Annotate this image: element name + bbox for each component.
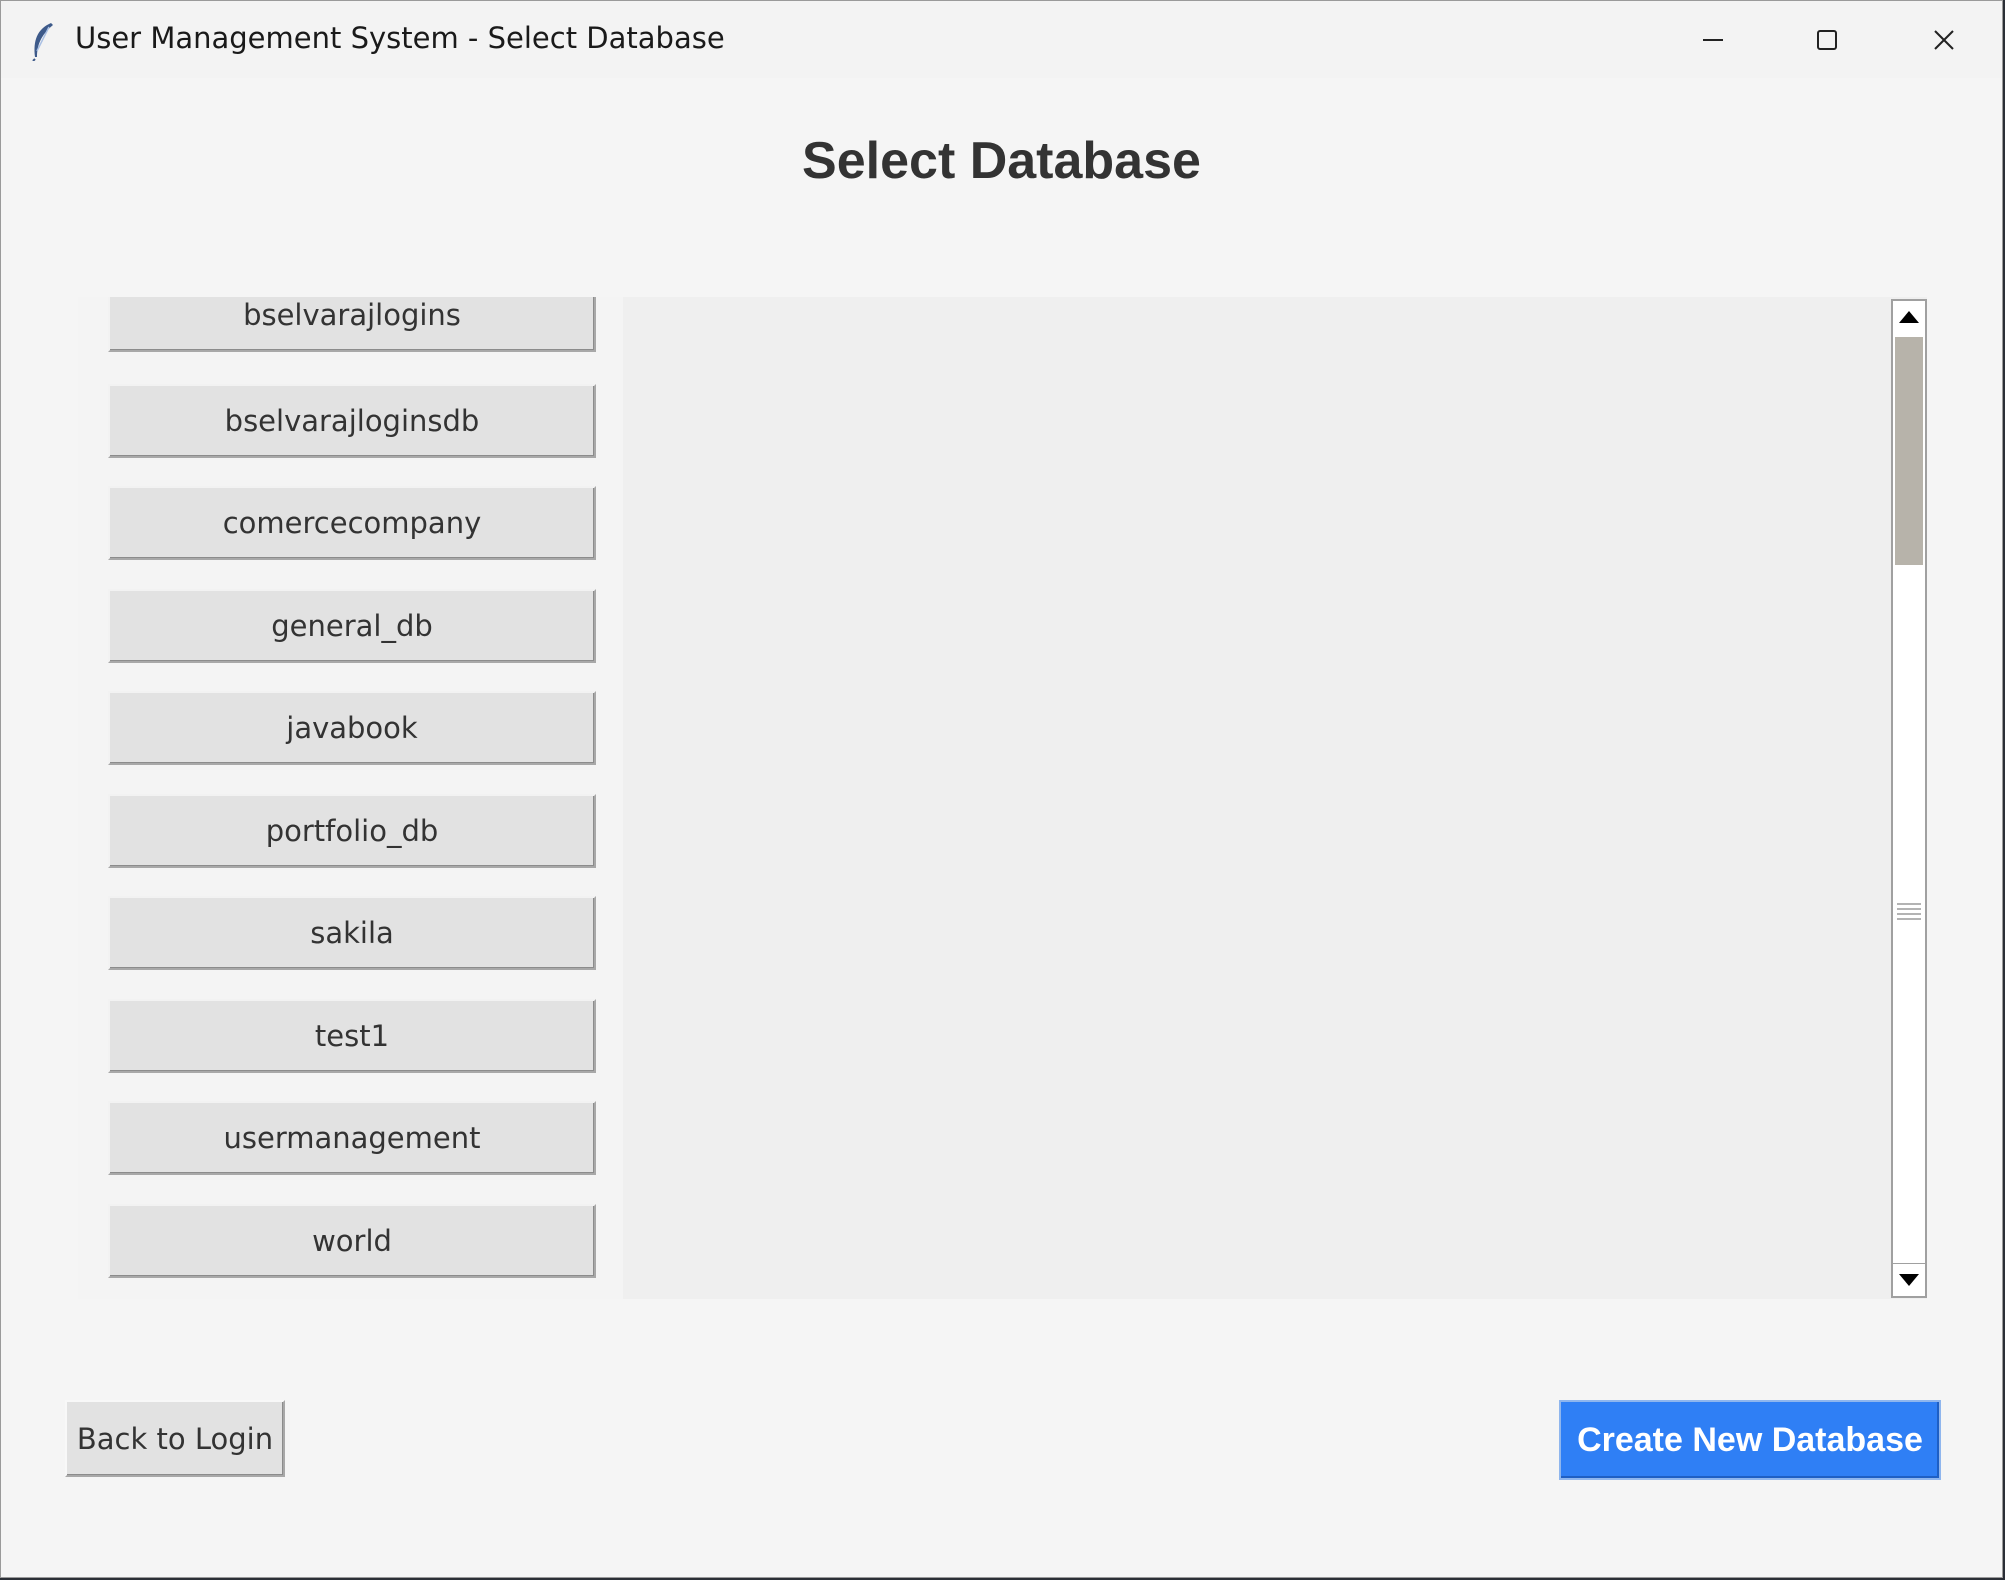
database-button-bselvarajlogins[interactable]: bselvarajlogins	[108, 297, 596, 352]
database-button-general-db[interactable]: general_db	[108, 589, 596, 663]
app-window: User Management System - Select Database…	[0, 0, 2003, 1578]
minimize-icon	[1703, 38, 1723, 41]
title-bar[interactable]: User Management System - Select Database	[1, 1, 2002, 78]
database-button-sakila[interactable]: sakila	[108, 896, 596, 970]
database-button-portfolio-db[interactable]: portfolio_db	[108, 794, 596, 868]
database-button-world[interactable]: world	[108, 1204, 596, 1278]
page-title: Select Database	[802, 132, 1201, 190]
close-icon	[1934, 29, 1954, 50]
database-button-javabook[interactable]: javabook	[108, 691, 596, 765]
minimize-button[interactable]	[1658, 1, 1768, 78]
database-button-bselvarajloginsdb[interactable]: bselvarajloginsdb	[108, 384, 596, 458]
database-button-usermanagement[interactable]: usermanagement	[108, 1101, 596, 1175]
grip-lines-icon	[1897, 903, 1921, 920]
scroll-up-button[interactable]	[1893, 301, 1925, 333]
window-title: User Management System - Select Database	[75, 21, 725, 55]
triangle-down-icon	[1899, 1274, 1919, 1286]
scroll-thumb[interactable]	[1895, 337, 1923, 565]
back-to-login-button[interactable]: Back to Login	[65, 1400, 285, 1477]
maximize-icon	[1817, 29, 1837, 50]
database-list: bselvarajlogins bselvarajloginsdb comerc…	[78, 297, 623, 1299]
database-button-comercecompany[interactable]: comercecompany	[108, 486, 596, 560]
vertical-scrollbar[interactable]	[1891, 299, 1927, 1298]
close-button[interactable]	[1889, 1, 1999, 78]
create-new-database-button[interactable]: Create New Database	[1559, 1400, 1941, 1480]
database-list-panel[interactable]: bselvarajlogins bselvarajloginsdb comerc…	[78, 297, 1927, 1299]
scroll-down-button[interactable]	[1893, 1263, 1925, 1296]
database-button-test1[interactable]: test1	[108, 999, 596, 1073]
maximize-button[interactable]	[1772, 1, 1882, 78]
triangle-up-icon	[1899, 311, 1919, 323]
feather-icon	[32, 23, 53, 61]
